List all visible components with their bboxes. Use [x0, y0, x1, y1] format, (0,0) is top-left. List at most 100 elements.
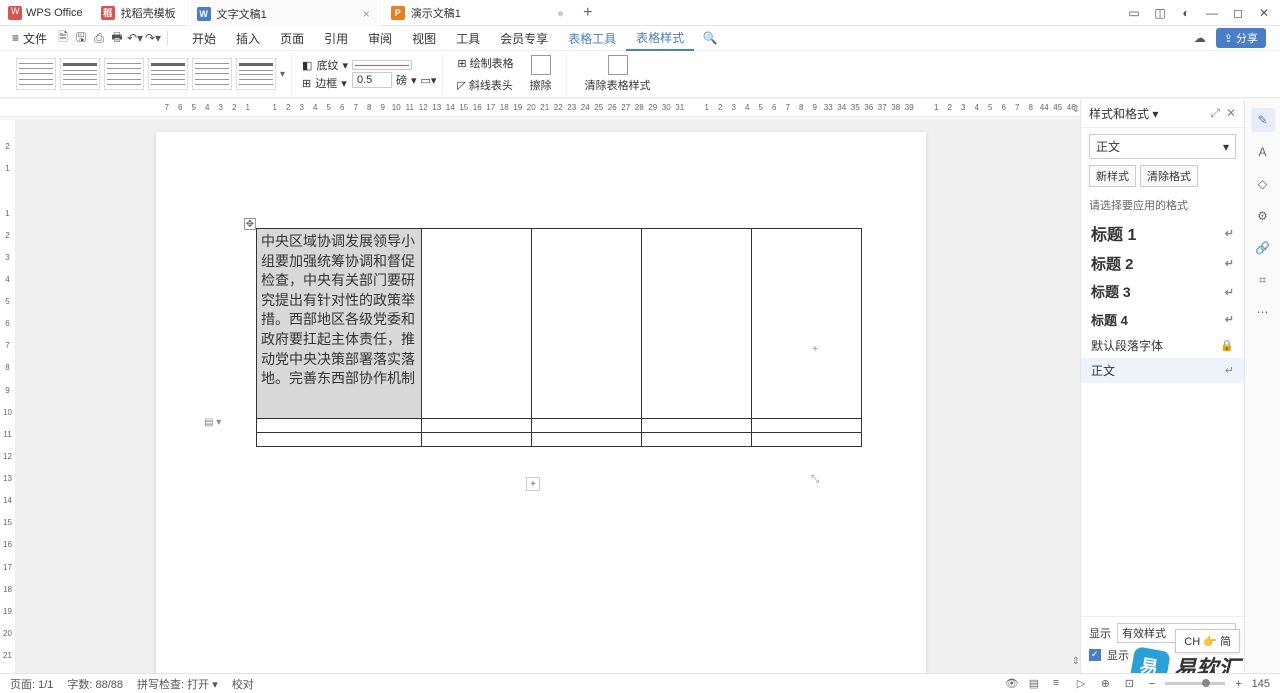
print-preview-icon[interactable]: 🖶: [109, 30, 125, 46]
eraser-button[interactable]: 擦除: [522, 55, 560, 93]
document-table[interactable]: 中央区域协调发展领导小组要加强统筹协调和督促检查，中央有关部门要研究提出有针对性…: [256, 228, 862, 447]
menu-tab-home[interactable]: 开始: [182, 27, 226, 50]
clear-format-button[interactable]: 清除格式: [1140, 165, 1198, 187]
share-button[interactable]: ⇪分享: [1216, 28, 1266, 48]
outline-view-icon[interactable]: ≡: [1053, 677, 1067, 691]
new-doc-icon[interactable]: 🗎: [55, 30, 71, 46]
table-cell[interactable]: [532, 229, 642, 419]
table-cell[interactable]: [752, 229, 862, 419]
add-row-button[interactable]: +: [526, 477, 540, 491]
gear-icon[interactable]: ⚙: [1251, 204, 1275, 228]
menu-tab-member[interactable]: 会员专享: [490, 27, 558, 50]
menu-tab-page[interactable]: 页面: [270, 27, 314, 50]
style-item[interactable]: 标题 4↵: [1081, 306, 1244, 333]
pin-icon[interactable]: ⤢: [1210, 106, 1220, 121]
border-width-input[interactable]: 0.5: [352, 72, 392, 88]
table-style-preset[interactable]: [192, 58, 232, 90]
column-add-handle[interactable]: +: [810, 344, 820, 354]
spellcheck-status[interactable]: 拼写检查: 打开 ▾: [137, 676, 218, 692]
file-menu[interactable]: ≡ 文件: [6, 30, 53, 47]
table-style-preset[interactable]: [148, 58, 188, 90]
menu-tab-review[interactable]: 审阅: [358, 27, 402, 50]
zoom-out-button[interactable]: −: [1149, 678, 1155, 690]
table-cell[interactable]: [257, 419, 422, 433]
eye-icon[interactable]: 👁: [1005, 677, 1019, 691]
ppt-tab-icon: P: [391, 6, 405, 20]
print-icon[interactable]: ⎙: [91, 30, 107, 46]
zoom-value[interactable]: 145: [1252, 678, 1270, 690]
menu-tab-tools[interactable]: 工具: [446, 27, 490, 50]
tab-templates[interactable]: 稻 找稻壳模板: [91, 0, 187, 26]
document-area[interactable]: ✥ ▤ ▾ 中央区域协调发展领导小组要加强统筹协调和督促检查，中央有关部门要研究…: [16, 120, 1244, 673]
redo-icon[interactable]: ↷▾: [145, 30, 161, 46]
window-close-button[interactable]: ✕: [1252, 1, 1276, 25]
more-icon[interactable]: ⋯: [1251, 300, 1275, 324]
menu-tab-table-style[interactable]: 表格样式: [626, 26, 694, 51]
fit-width-icon[interactable]: ⊡: [1125, 677, 1139, 691]
tab-presentation[interactable]: P 演示文稿1 ●: [381, 0, 575, 26]
new-style-button[interactable]: 新样式: [1089, 165, 1136, 187]
menu-tab-insert[interactable]: 插入: [226, 27, 270, 50]
style-item[interactable]: 默认段落字体🔒: [1081, 333, 1244, 358]
table-cell[interactable]: [642, 229, 752, 419]
table-resize-handle[interactable]: ⤡: [810, 474, 820, 484]
table-cell[interactable]: [257, 433, 422, 447]
window-cube-icon[interactable]: ◫: [1148, 1, 1172, 25]
word-count[interactable]: 字数: 88/88: [67, 676, 123, 692]
gallery-more-icon[interactable]: ▾: [280, 69, 285, 80]
table-style-preset[interactable]: [60, 58, 100, 90]
table-cell-content[interactable]: 中央区域协调发展领导小组要加强统筹协调和督促检查，中央有关部门要研究提出有针对性…: [257, 229, 422, 419]
diagonal-header-button[interactable]: ◸斜线表头: [453, 75, 517, 95]
menu-tab-view[interactable]: 视图: [402, 27, 446, 50]
shading-label[interactable]: 底纹: [316, 57, 338, 73]
table-style-preset[interactable]: [236, 58, 276, 90]
current-style-dropdown[interactable]: 正文▾: [1089, 134, 1236, 159]
clear-table-style-button[interactable]: 清除表格样式: [577, 55, 659, 93]
menu-tab-table-tools[interactable]: 表格工具: [558, 27, 626, 50]
shape-icon[interactable]: ◇: [1251, 172, 1275, 196]
ruler-collapse-icon[interactable]: ⇕: [1072, 656, 1080, 667]
tab-document[interactable]: W 文字文稿1 ×: [187, 0, 381, 26]
zoom-in-button[interactable]: +: [1235, 678, 1241, 690]
table-style-preset[interactable]: [16, 58, 56, 90]
style-a-icon[interactable]: A: [1251, 140, 1275, 164]
border-apply-icon[interactable]: ▭▾: [421, 74, 437, 87]
table-move-handle[interactable]: ✥: [244, 218, 256, 230]
search-icon[interactable]: 🔍: [702, 30, 718, 46]
tab-close-icon[interactable]: ●: [557, 6, 564, 20]
window-globe-icon[interactable]: ◐: [1174, 1, 1198, 25]
crop-icon[interactable]: ⌗: [1251, 268, 1275, 292]
zoom-slider[interactable]: [1165, 682, 1225, 685]
ruler-collapse-icon[interactable]: ⇕: [1072, 104, 1080, 115]
vertical-ruler[interactable]: 21123456789101112131415161718192021: [0, 120, 16, 673]
cloud-icon[interactable]: ☁: [1192, 30, 1208, 46]
pencil-icon[interactable]: ✎: [1251, 108, 1275, 132]
ime-indicator[interactable]: CH 👉 简: [1175, 629, 1240, 653]
new-tab-button[interactable]: +: [575, 4, 600, 22]
border-label[interactable]: 边框: [315, 75, 337, 91]
window-multi-icon[interactable]: ▭: [1122, 1, 1146, 25]
draw-table-button[interactable]: ⊞绘制表格: [453, 53, 517, 73]
undo-icon[interactable]: ↶▾: [127, 30, 143, 46]
window-minimize-button[interactable]: —: [1200, 1, 1224, 25]
table-cell[interactable]: [422, 229, 532, 419]
paragraph-options-handle[interactable]: ▤ ▾: [204, 417, 221, 428]
style-item[interactable]: 标题 3↵: [1081, 278, 1244, 306]
style-item[interactable]: 标题 1↵: [1081, 217, 1244, 249]
menu-tab-references[interactable]: 引用: [314, 27, 358, 50]
reading-view-icon[interactable]: ▷: [1077, 677, 1091, 691]
link-icon[interactable]: 🔗: [1251, 236, 1275, 260]
tab-close-icon[interactable]: ×: [363, 7, 370, 21]
table-style-preset[interactable]: [104, 58, 144, 90]
page-view-icon[interactable]: ▤: [1029, 677, 1043, 691]
style-item[interactable]: 标题 2↵: [1081, 249, 1244, 278]
border-color-dropdown[interactable]: [352, 60, 412, 70]
style-item[interactable]: 正文↵: [1081, 358, 1244, 383]
proofing-status[interactable]: 校对: [232, 676, 254, 692]
window-maximize-button[interactable]: ◻: [1226, 1, 1250, 25]
show-preview-checkbox[interactable]: [1089, 649, 1101, 661]
save-icon[interactable]: 🖫: [73, 30, 89, 46]
close-pane-icon[interactable]: ✕: [1226, 106, 1236, 121]
web-view-icon[interactable]: ⊕: [1101, 677, 1115, 691]
page-indicator[interactable]: 页面: 1/1: [10, 676, 53, 692]
